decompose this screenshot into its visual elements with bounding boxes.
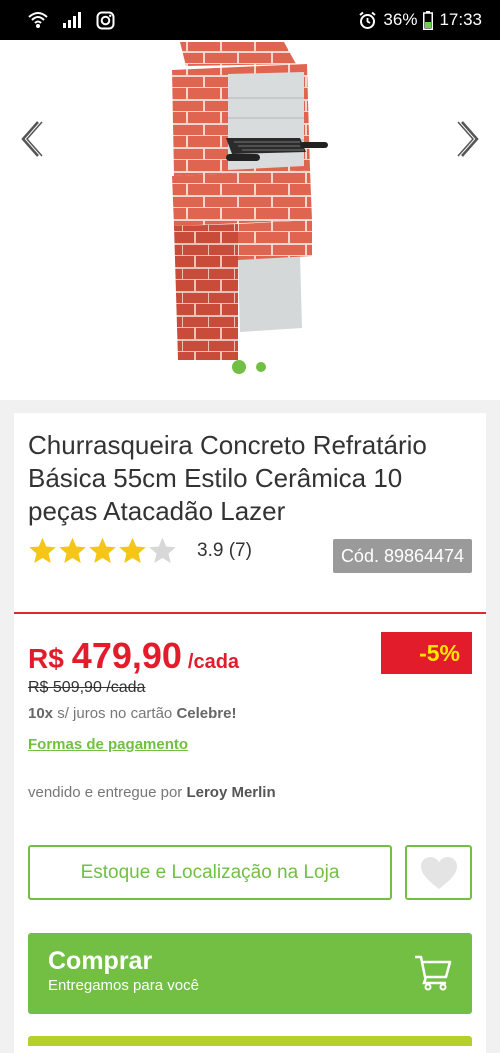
product-gallery[interactable] bbox=[0, 40, 500, 400]
product-info-card: Churrasqueira Concreto Refratário Básica… bbox=[14, 413, 486, 1053]
next-image-button[interactable] bbox=[456, 120, 482, 158]
rating[interactable]: 3.9 (7) bbox=[28, 537, 252, 565]
gallery-dot[interactable] bbox=[256, 362, 266, 372]
stock-location-button[interactable]: Estoque e Localização na Loja bbox=[28, 845, 392, 900]
installments-info: 10x s/ juros no cartão Celebre! bbox=[28, 705, 236, 722]
wifi-icon bbox=[28, 11, 48, 29]
alarm-icon bbox=[358, 11, 377, 30]
discount-badge: -5% bbox=[381, 632, 472, 674]
installments-count: 10x bbox=[28, 705, 54, 722]
buy-button-subtitle: Entregamos para você bbox=[48, 977, 199, 994]
star-filled-icon bbox=[29, 537, 56, 563]
battery-percent: 36% bbox=[383, 10, 418, 29]
status-bar: 36% 17:33 bbox=[0, 0, 500, 40]
status-right: 36% 17:33 bbox=[358, 10, 482, 30]
battery-icon bbox=[423, 10, 434, 30]
seller-info: vendido e entregue por Leroy Merlin bbox=[28, 784, 276, 801]
buy-button[interactable]: Comprar Entregamos para você bbox=[28, 933, 472, 1014]
star-filled-icon bbox=[59, 537, 86, 563]
secondary-action-button[interactable] bbox=[28, 1036, 472, 1046]
installments-text: s/ juros no cartão bbox=[53, 705, 177, 722]
price: R$ 479,90 /cada bbox=[28, 635, 239, 677]
product-image bbox=[172, 42, 328, 360]
seller-name: Leroy Merlin bbox=[186, 784, 276, 801]
status-left bbox=[28, 11, 115, 30]
chevron-right-icon bbox=[457, 121, 479, 157]
product-title: Churrasqueira Concreto Refratário Básica… bbox=[28, 430, 427, 526]
gallery-pagination bbox=[232, 360, 266, 374]
previous-image-button[interactable] bbox=[18, 120, 44, 158]
price-currency: R$ bbox=[28, 643, 64, 674]
buy-button-label: Comprar bbox=[48, 947, 153, 975]
clock: 17:33 bbox=[439, 10, 482, 29]
star-empty-icon bbox=[149, 537, 176, 563]
cart-icon bbox=[415, 955, 452, 991]
gallery-dot-active[interactable] bbox=[232, 360, 246, 374]
wishlist-button[interactable] bbox=[405, 845, 472, 900]
price-value: 479,90 bbox=[71, 635, 182, 676]
payment-methods-link[interactable]: Formas de pagamento bbox=[28, 736, 188, 753]
seller-prefix: vendido e entregue por bbox=[28, 784, 187, 801]
star-filled-icon bbox=[89, 537, 116, 563]
divider bbox=[14, 612, 486, 614]
installments-card: Celebre! bbox=[176, 705, 237, 722]
star-filled-icon bbox=[119, 537, 146, 563]
price-unit: /cada bbox=[187, 651, 240, 673]
rating-stars bbox=[28, 537, 177, 565]
chevron-left-icon bbox=[21, 121, 43, 157]
old-price: R$ 509,90 /cada bbox=[28, 679, 146, 696]
rating-text: 3.9 (7) bbox=[197, 540, 252, 561]
signal-icon bbox=[62, 12, 82, 28]
instagram-icon bbox=[96, 11, 115, 30]
product-code-badge: Cód. 89864474 bbox=[333, 539, 472, 573]
heart-icon bbox=[420, 856, 457, 889]
